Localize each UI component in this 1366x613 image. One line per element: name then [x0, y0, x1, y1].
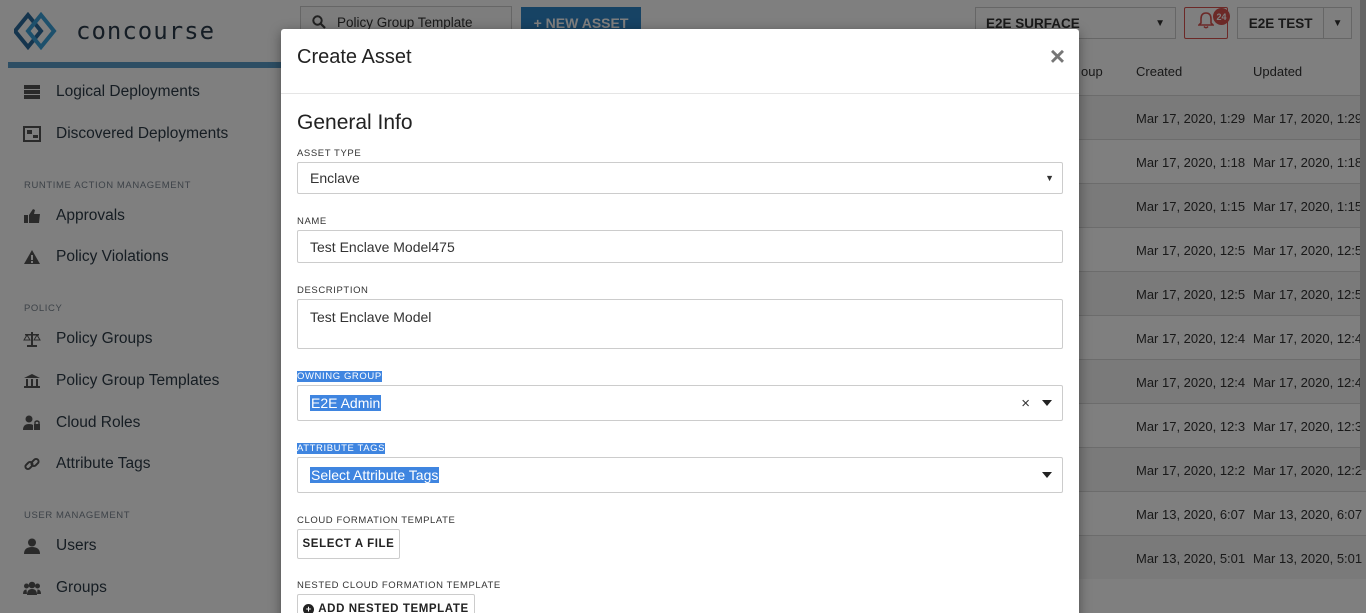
chevron-down-icon[interactable] [1042, 400, 1052, 406]
name-input[interactable]: Test Enclave Model475 [297, 230, 1063, 263]
nested-cloud-formation-template-label: NESTED CLOUD FORMATION TEMPLATE [297, 580, 501, 591]
asset-type-label: ASSET TYPE [297, 148, 362, 159]
owning-group-value: E2E Admin [310, 395, 382, 411]
select-file-button[interactable]: SELECT A FILE [297, 529, 400, 559]
asset-type-value: Enclave [310, 170, 360, 186]
asset-type-select[interactable]: Enclave ▼ [297, 162, 1063, 194]
create-asset-modal: Create Asset × General Info ASSET TYPE E… [281, 29, 1079, 613]
description-value: Test Enclave Model [310, 309, 432, 325]
modal-header: Create Asset × [281, 29, 1079, 94]
owning-group-label: OWNING GROUP [297, 371, 382, 382]
modal-title: Create Asset [297, 46, 412, 68]
section-title: General Info [297, 111, 413, 134]
attribute-tags-label: ATTRIBUTE TAGS [297, 443, 386, 454]
plus-circle-icon: + [303, 603, 315, 613]
clear-icon[interactable]: × [1021, 395, 1030, 412]
attribute-tags-placeholder: Select Attribute Tags [310, 467, 440, 483]
cloud-formation-template-label: CLOUD FORMATION TEMPLATE [297, 515, 456, 526]
attribute-tags-select[interactable]: Select Attribute Tags [297, 457, 1063, 493]
name-label: NAME [297, 216, 327, 227]
close-icon[interactable]: × [1050, 43, 1065, 69]
chevron-down-icon[interactable] [1042, 472, 1052, 478]
name-value: Test Enclave Model475 [310, 238, 455, 255]
add-nested-template-button[interactable]: + ADD NESTED TEMPLATE [297, 594, 475, 613]
add-nested-template-label: ADD NESTED TEMPLATE [318, 603, 469, 613]
owning-group-select[interactable]: E2E Admin × [297, 385, 1063, 421]
description-label: DESCRIPTION [297, 285, 369, 296]
chevron-down-icon: ▼ [1045, 173, 1054, 183]
description-textarea[interactable]: Test Enclave Model [297, 299, 1063, 349]
